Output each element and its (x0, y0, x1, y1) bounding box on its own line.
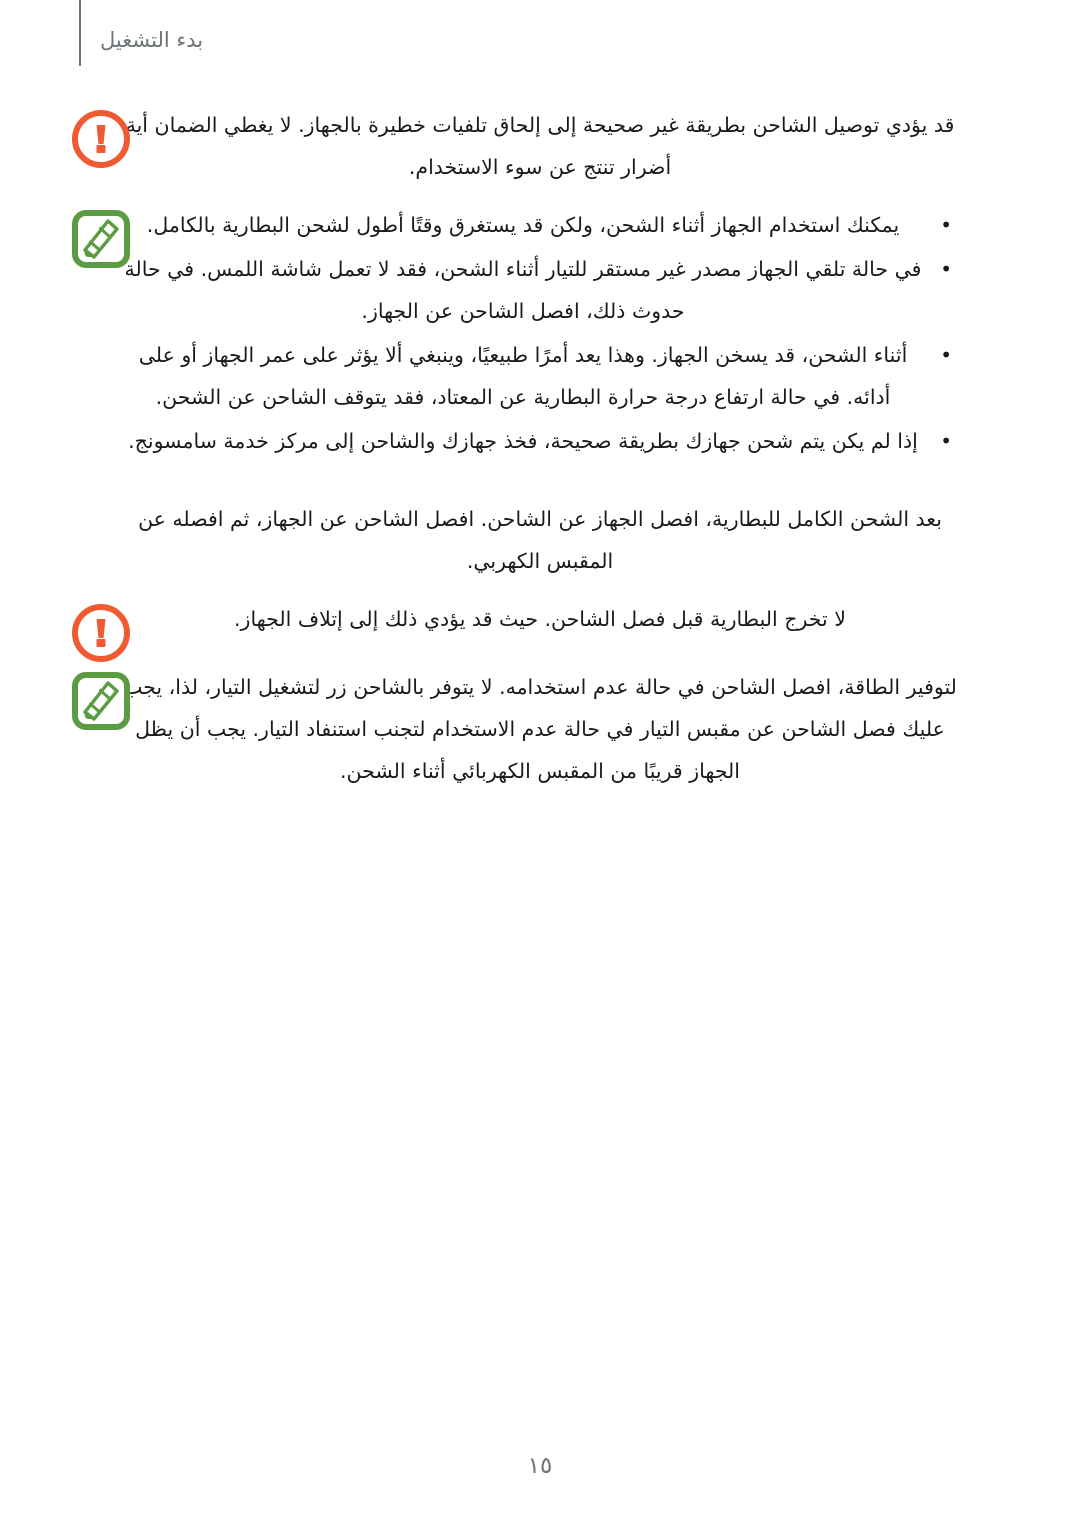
callout-warning-battery-body: لا تخرج البطارية قبل فصل الشاحن. حيث قد … (0, 598, 1080, 640)
list-item: يمكنك استخدام الجهاز أثناء الشحن، ولكن ق… (120, 204, 960, 246)
note-bullet-list: يمكنك استخدام الجهاز أثناء الشحن، ولكن ق… (120, 204, 960, 462)
callout-plain-disconnect-body: بعد الشحن الكامل للبطارية، افصل الجهاز ع… (0, 498, 1080, 582)
list-item: إذا لم يكن يتم شحن جهازك بطريقة صحيحة، ف… (120, 420, 960, 462)
document-page: بدء التشغيل قد يؤدي توصيل الشاحن بطريقة … (0, 0, 1080, 1527)
paragraph: لتوفير الطاقة، افصل الشاحن في حالة عدم ا… (123, 675, 957, 783)
callout-note-power-saving-body: لتوفير الطاقة، افصل الشاحن في حالة عدم ا… (0, 666, 1080, 792)
callout-warning-battery: لا تخرج البطارية قبل فصل الشاحن. حيث قد … (0, 598, 1080, 662)
warning-exclamation-circle-icon (72, 110, 130, 168)
callout-note-power-saving: لتوفير الطاقة، افصل الشاحن في حالة عدم ا… (0, 666, 1080, 792)
header-chapter-title: بدء التشغيل (100, 28, 204, 52)
paragraph: لا تخرج البطارية قبل فصل الشاحن. حيث قد … (234, 607, 846, 631)
page-number: ١٥ (527, 1453, 553, 1479)
list-item: أثناء الشحن، قد يسخن الجهاز. وهذا يعد أم… (120, 334, 960, 418)
header-divider-rule (79, 0, 81, 66)
running-header: بدء التشغيل (0, 0, 1080, 74)
paragraph: قد يؤدي توصيل الشاحن بطريقة غير صحيحة إل… (125, 113, 955, 179)
note-pencil-icon (72, 672, 130, 730)
callout-warning-charger-body: قد يؤدي توصيل الشاحن بطريقة غير صحيحة إل… (0, 104, 1080, 188)
callout-note-charging-tips: يمكنك استخدام الجهاز أثناء الشحن، ولكن ق… (0, 204, 1080, 462)
callout-note-charging-tips-body: يمكنك استخدام الجهاز أثناء الشحن، ولكن ق… (0, 204, 1080, 462)
callout-plain-disconnect: بعد الشحن الكامل للبطارية، افصل الجهاز ع… (0, 498, 1080, 582)
page-content: قد يؤدي توصيل الشاحن بطريقة غير صحيحة إل… (0, 104, 1080, 792)
paragraph: بعد الشحن الكامل للبطارية، افصل الجهاز ع… (138, 507, 942, 573)
callout-warning-charger: قد يؤدي توصيل الشاحن بطريقة غير صحيحة إل… (0, 104, 1080, 188)
list-item: في حالة تلقي الجهاز مصدر غير مستقر للتيا… (120, 248, 960, 332)
warning-exclamation-circle-icon (72, 604, 130, 662)
